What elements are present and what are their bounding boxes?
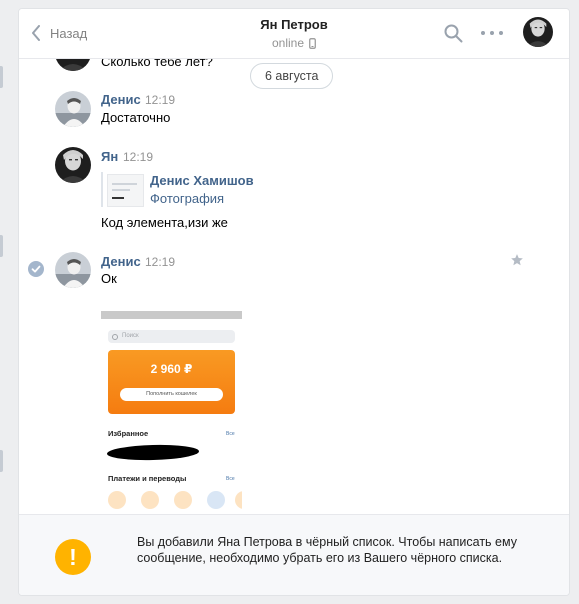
chat-header: Назад Ян Петров online (19, 9, 569, 59)
message-text: Достаточно (101, 110, 171, 125)
left-nav-edge-2 (0, 235, 3, 257)
left-nav-edge-3 (0, 450, 3, 472)
message-text: Ок (101, 271, 117, 286)
avatar-yan[interactable] (55, 147, 91, 183)
payment-icon-4 (207, 491, 225, 509)
more-button[interactable] (481, 24, 503, 42)
redaction-mark (106, 443, 200, 462)
thumb-line (112, 189, 130, 191)
more-dot (499, 31, 503, 35)
payments-title: Платежи и переводы (108, 474, 187, 483)
message-author[interactable]: Денис (101, 254, 141, 269)
photo-search-field: Поиск (108, 330, 235, 343)
more-dot (481, 31, 485, 35)
blacklist-notice-text: Вы добавили Яна Петрова в чёрный список.… (137, 535, 517, 565)
payment-icon-5 (235, 491, 242, 509)
status-text: online (271, 36, 305, 50)
message-time[interactable]: 12:19 (123, 150, 153, 164)
message-time[interactable]: 12:19 (145, 255, 175, 269)
forward-thumbnail[interactable] (107, 174, 144, 207)
payment-icon-3 (174, 491, 192, 509)
thumb-line (112, 197, 124, 199)
thumb-line (112, 183, 137, 185)
warning-icon: ! (55, 539, 91, 575)
chat-panel: Назад Ян Петров online Сколько тебе лет?… (18, 8, 570, 596)
search-icon (444, 24, 463, 43)
message-author[interactable]: Денис (101, 92, 141, 107)
phone-status-bar (101, 311, 242, 319)
more-dot (490, 31, 494, 35)
forward-bar (101, 172, 103, 207)
payments-all: Все (226, 476, 235, 482)
payment-icon-2 (141, 491, 159, 509)
left-nav-edge-1 (0, 66, 3, 88)
favorites-title: Избранное (108, 429, 149, 438)
message-text: Код элемента,изи же (101, 215, 228, 230)
photo-search-icon (112, 334, 118, 340)
favorites-all: Все (226, 431, 235, 437)
message-time[interactable]: 12:19 (145, 93, 175, 107)
search-button[interactable] (444, 24, 463, 48)
blacklist-notice: ! Вы добавили Яна Петрова в чёрный списо… (19, 514, 569, 595)
check-circle-icon[interactable] (28, 261, 44, 277)
wallet-balance: 2 960 ₽ (150, 362, 193, 376)
date-divider: 6 августа (250, 63, 334, 89)
star-icon[interactable] (510, 253, 524, 272)
message-author[interactable]: Ян (101, 149, 118, 164)
avatar-denis[interactable] (55, 252, 91, 288)
forward-author[interactable]: Денис Хамишов (150, 173, 254, 188)
photo-attachment[interactable]: Поиск 2 960 ₽ Пополнить кошелек Избранно… (101, 311, 242, 511)
forward-subtitle[interactable]: Фотография (150, 191, 224, 206)
payment-icon-1 (108, 491, 126, 509)
header-avatar[interactable] (523, 17, 553, 47)
wallet-card: 2 960 ₽ Пополнить кошелек (108, 350, 235, 414)
topup-button: Пополнить кошелек (120, 388, 223, 401)
avatar-denis[interactable] (55, 91, 91, 127)
phone-icon (309, 37, 316, 49)
